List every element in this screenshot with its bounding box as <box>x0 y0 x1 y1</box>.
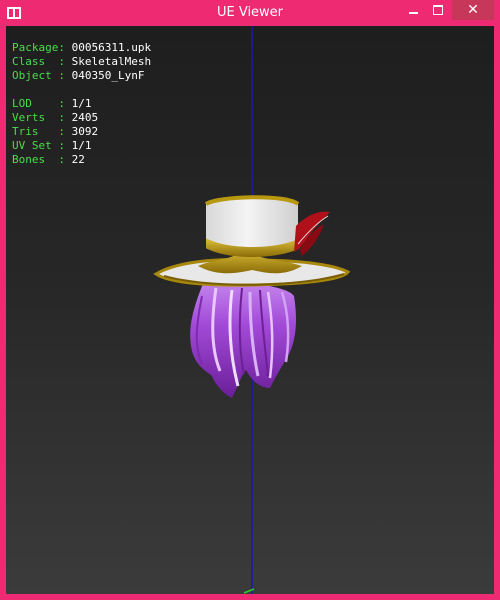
verts-value: 2405 <box>71 111 99 124</box>
uvset-value: 1/1 <box>71 139 92 152</box>
object-label: Object : <box>12 69 65 82</box>
close-button[interactable]: ✕ <box>452 0 494 20</box>
lod-value: 1/1 <box>71 97 92 110</box>
object-value: 040350_LynF <box>71 69 145 82</box>
maximize-button[interactable] <box>426 0 452 20</box>
close-icon: ✕ <box>467 2 479 18</box>
minimize-button[interactable] <box>400 0 426 20</box>
maximize-icon <box>433 5 443 15</box>
hair-mesh <box>190 276 296 398</box>
info-row-package: Package: 00056311.upk <box>12 41 151 55</box>
verts-label: Verts : <box>12 111 65 124</box>
info-row-verts: Verts : 2405 <box>12 111 98 125</box>
package-value: 00056311.upk <box>71 41 152 54</box>
info-row-object: Object : 040350_LynF <box>12 69 144 83</box>
info-row-tris: Tris : 3092 <box>12 125 98 139</box>
tris-value: 3092 <box>71 125 99 138</box>
class-value: SkeletalMesh <box>71 55 152 68</box>
3d-viewport[interactable]: Package: 00056311.upk Class : SkeletalMe… <box>6 26 494 594</box>
info-row-uvset: UV Set : 1/1 <box>12 139 91 153</box>
bones-value: 22 <box>71 153 85 166</box>
lod-label: LOD : <box>12 97 65 110</box>
title-bar[interactable]: UE Viewer ✕ <box>0 0 500 26</box>
tris-label: Tris : <box>12 125 65 138</box>
info-row-lod: LOD : 1/1 <box>12 97 91 111</box>
info-row-bones: Bones : 22 <box>12 153 85 167</box>
package-label: Package: <box>12 41 65 54</box>
uvset-label: UV Set : <box>12 139 65 152</box>
hat-feather <box>294 211 330 256</box>
hat-crown <box>204 195 300 257</box>
class-label: Class : <box>12 55 65 68</box>
bones-label: Bones : <box>12 153 65 166</box>
minimize-icon <box>409 12 418 14</box>
info-row-class: Class : SkeletalMesh <box>12 55 151 69</box>
ue-viewer-window: UE Viewer ✕ Package: 00056311.upk Class … <box>0 0 500 600</box>
